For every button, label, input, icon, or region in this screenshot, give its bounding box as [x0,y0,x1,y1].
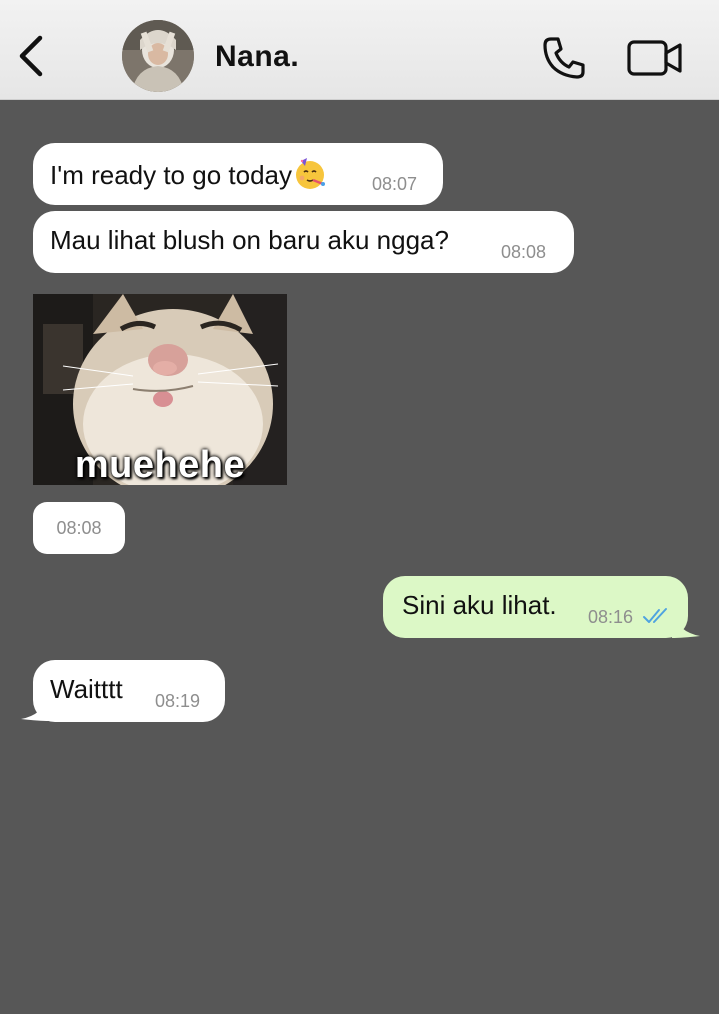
contact-name[interactable]: Nana. [215,40,299,74]
message-bubble-incoming[interactable]: I'm ready to go today 08:07 [33,143,443,205]
video-call-button[interactable] [626,38,684,78]
back-button[interactable] [14,32,50,80]
message-text: Mau lihat blush on baru aku ngga? [50,225,449,255]
phone-icon [543,37,585,79]
message-time: 08:07 [372,174,418,194]
chat-header: Nana. [0,0,719,100]
message-bubble-incoming[interactable]: Mau lihat blush on baru aku ngga? 08:08 [33,211,574,273]
message-time: 08:08 [501,242,547,262]
message-text: Waitttt [50,674,123,704]
sticker-time: 08:08 [33,502,125,554]
read-receipt-icon [643,608,667,623]
message-time: 08:16 [588,607,634,627]
message-text-body: I'm ready to go today [50,160,292,190]
voice-call-button[interactable] [540,34,588,82]
video-camera-icon [627,40,682,76]
message-bubble-incoming[interactable]: Waitttt 08:19 [33,660,225,722]
partying-face-emoji-icon [296,158,325,189]
message-time: 08:19 [155,691,201,711]
message-text: Sini aku lihat. [402,590,557,620]
chevron-left-icon [19,35,43,77]
sticker-message[interactable]: muehehe [33,294,287,485]
contact-photo [122,20,194,92]
message-text: I'm ready to go today [50,157,327,191]
sticker-caption: muehehe [74,444,246,485]
avatar[interactable] [122,20,194,92]
